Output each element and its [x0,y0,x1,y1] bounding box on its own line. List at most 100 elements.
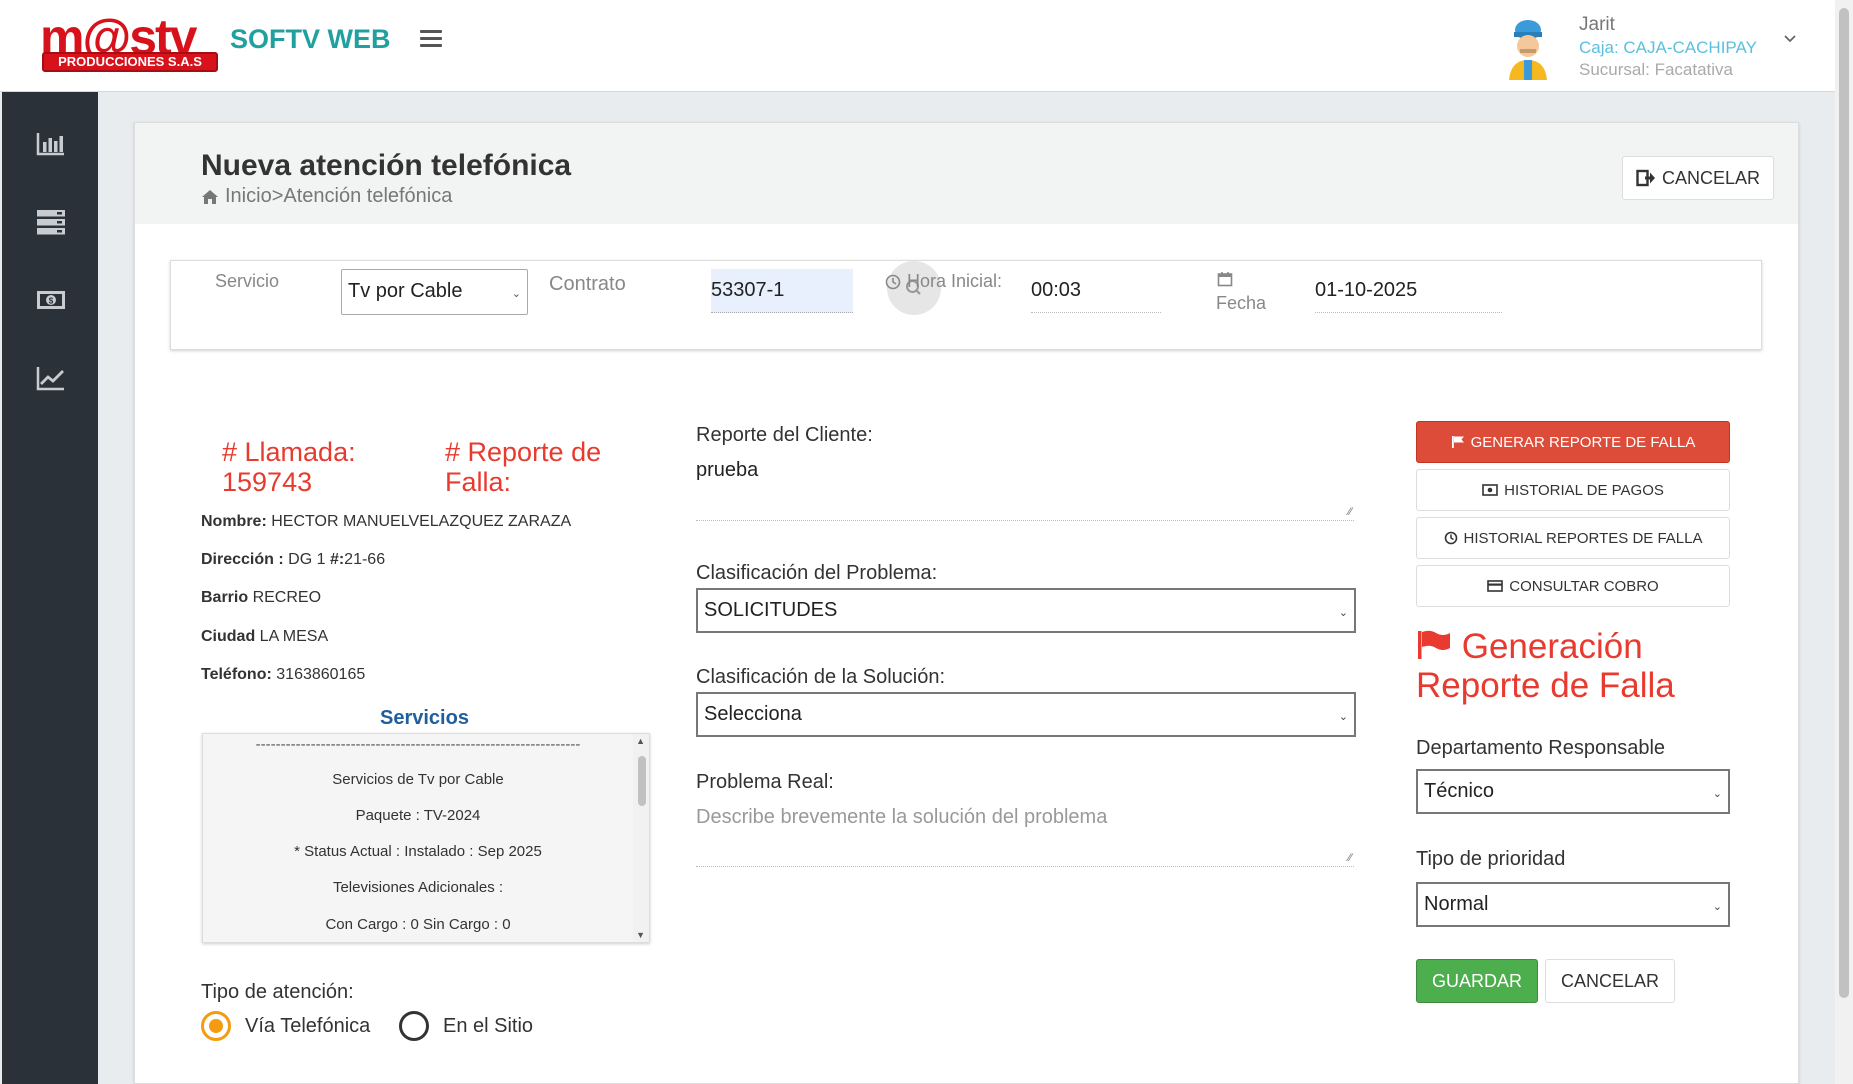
hora-inicial-field[interactable]: 00:03 [1031,269,1161,313]
bar-chart-icon[interactable] [35,130,67,158]
contrato-input[interactable]: 53307-1 [711,269,853,313]
resize-handle-icon[interactable]: ∕∕ [1348,506,1352,518]
company-logo[interactable]: m@stv PRODUCCIONES S.A.S [40,12,220,76]
servicios-line: Televisiones Adicionales : [332,879,504,896]
servicio-select[interactable]: Tv por Cable ⌄ [341,269,528,315]
money-icon [1482,484,1498,496]
select-caret-icon: ⌄ [1338,607,1348,619]
prioridad-label: Tipo de prioridad [1416,848,1566,870]
user-caja: Caja: CAJA-CACHIPAY [1579,38,1757,57]
consultar-cobro-label: CONSULTAR COBRO [1509,577,1659,595]
user-avatar-icon[interactable] [1505,18,1551,80]
servicios-line: Con Cargo : 0 Sin Cargo : 0 [325,916,511,933]
nombre-value: HECTOR MANUELVELAZQUEZ ZARAZA [271,513,572,530]
generacion-reporte-title: Generación Reporte de Falla [1416,627,1736,705]
barrio-value: RECREO [252,589,322,606]
calendar-icon [1217,272,1233,287]
page-title: Nueva atención telefónica [201,149,572,182]
ciudad-label: Ciudad [201,628,256,645]
ciudad-value: LA MESA [259,628,329,645]
credit-card-icon [1487,580,1504,592]
servicios-scroll-thumb[interactable] [638,756,646,806]
prioridad-value: Normal [1424,893,1489,915]
servicios-line: ----------------------------------------… [255,736,581,753]
user-name: Jarit [1579,14,1615,35]
nombre-line: Nombre: HECTOR MANUELVELAZQUEZ ZARAZA [201,513,571,531]
reporte-falla-label: # Reporte de Falla: [445,437,602,497]
servicios-title: Servicios [380,707,469,729]
departamento-label: Departamento Responsable [1416,737,1666,759]
clasif-solucion-select[interactable]: Selecciona ⌄ [696,692,1356,737]
llamada-number: 159743 [222,467,313,497]
fecha-field[interactable]: 01-10-2025 [1315,269,1502,313]
cancelar-button[interactable]: CANCELAR [1545,959,1675,1003]
problema-real-textarea[interactable]: Describe brevemente la solución del prob… [696,806,1354,867]
breadcrumb: Inicio>Atención telefónica [201,185,452,208]
generar-reporte-button[interactable]: GENERAR REPORTE DE FALLA [1416,421,1730,463]
scroll-up-icon[interactable]: ▲ [636,736,645,746]
breadcrumb-text[interactable]: Inicio>Atención telefónica [225,185,452,208]
radio-unselected-icon [399,1011,429,1041]
guardar-button[interactable]: GUARDAR [1416,959,1538,1003]
app-name: SOFTV WEB [230,24,391,54]
cancel-top-label: CANCELAR [1661,167,1761,188]
logo-subtitle: PRODUCCIONES S.A.S [42,52,218,72]
radio-en-el-sitio[interactable]: En el Sitio [399,1011,533,1041]
direccion-line: Dirección : DG 1 #:21-66 [201,551,385,569]
direccion-value: DG 1 [288,551,326,568]
historial-reportes-label: HISTORIAL REPORTES DE FALLA [1463,529,1703,547]
chevron-down-icon[interactable] [1783,32,1797,46]
problema-real-label: Problema Real: [696,771,834,793]
clock-icon [1444,531,1457,545]
page-header: Nueva atención telefónica Inicio>Atenció… [135,123,1798,224]
money-icon[interactable]: $ [35,286,67,314]
tipo-atencion-label: Tipo de atención: [201,981,354,1003]
page-scrollbar[interactable] [1835,0,1853,1084]
select-caret-icon: ⌄ [1338,711,1348,723]
historial-pagos-button[interactable]: HISTORIAL DE PAGOS [1416,469,1730,511]
generar-reporte-label: GENERAR REPORTE DE FALLA [1470,433,1696,451]
nombre-label: Nombre: [201,513,267,530]
line-chart-icon[interactable] [35,364,67,392]
llamada-label: # Llamada: [222,437,356,467]
user-sucursal: Sucursal: Facatativa [1579,60,1734,79]
clasif-problema-select[interactable]: SOLICITUDES ⌄ [696,588,1356,633]
radio-selected-icon [201,1011,231,1041]
scroll-down-icon[interactable]: ▼ [636,930,645,940]
radio-via-telefonica-label: Vía Telefónica [245,1014,371,1037]
radio-via-telefonica[interactable]: Vía Telefónica [201,1011,370,1041]
select-caret-icon: ⌄ [511,288,521,300]
resize-handle-icon[interactable]: ∕∕ [1348,852,1352,864]
prioridad-select[interactable]: Normal ⌄ [1416,882,1730,927]
historial-reportes-button[interactable]: HISTORIAL REPORTES DE FALLA [1416,517,1730,559]
reporte-cliente-textarea[interactable]: prueba ∕∕ [696,459,1354,521]
hamburger-icon[interactable] [420,30,442,50]
consultar-cobro-button[interactable]: CONSULTAR COBRO [1416,565,1730,607]
problema-real-placeholder: Describe brevemente la solución del prob… [696,806,1108,828]
clasif-problema-value: SOLICITUDES [704,599,838,621]
home-icon[interactable] [201,189,219,205]
barrio-label: Barrio [201,589,249,606]
departamento-select[interactable]: Técnico ⌄ [1416,769,1730,814]
hora-label: Hora Inicial: [907,271,1003,291]
search-filter-bar: Servicio Tv por Cable ⌄ Contrato 53307-1… [170,260,1762,350]
sidebar: $ [2,92,98,1084]
clock-icon [885,274,901,289]
top-header: m@stv PRODUCCIONES S.A.S SOFTV WEB Jarit… [0,0,1835,92]
generacion-reporte-text: Generación Reporte de Falla [1416,627,1675,705]
servicios-line: Paquete : TV-2024 [355,807,481,824]
server-icon[interactable] [35,208,67,236]
hora-label-group: Hora Inicial: [885,271,1002,292]
fecha-label: Fecha [1216,293,1267,313]
servicios-line: * Status Actual : Instalado : Sep 2025 [294,843,542,860]
servicios-list[interactable]: ----------------------------------------… [202,733,650,943]
reporte-cliente-label: Reporte del Cliente: [696,424,873,446]
clasif-solucion-label: Clasificación de la Solución: [696,666,946,688]
clasif-problema-label: Clasificación del Problema: [696,562,938,584]
cancel-top-button[interactable]: CANCELAR [1622,156,1774,200]
servicios-line: Servicios de Tv por Cable [332,771,504,788]
flag-icon [1451,436,1464,448]
departamento-value: Técnico [1424,780,1495,802]
contrato-label: Contrato [549,273,626,295]
select-caret-icon: ⌄ [1712,901,1722,913]
